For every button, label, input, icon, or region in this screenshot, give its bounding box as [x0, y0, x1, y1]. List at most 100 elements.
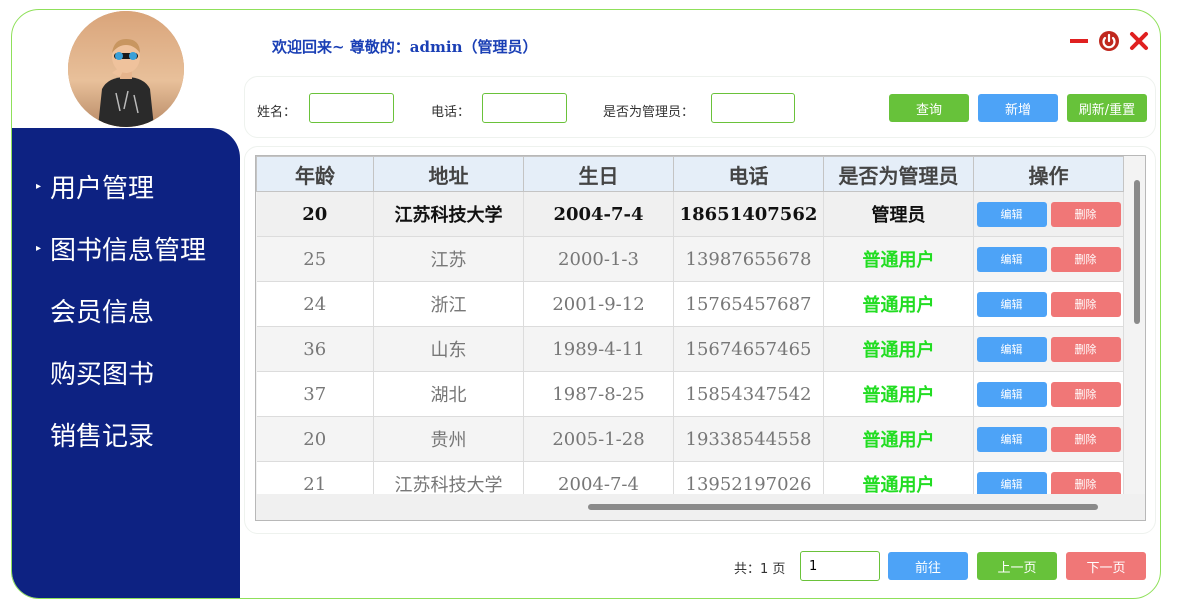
edit-button[interactable]: 编辑	[976, 471, 1047, 497]
cell-phone: 19338544558	[673, 416, 824, 462]
cell-age: 20	[256, 191, 374, 237]
name-label: 姓名：	[257, 105, 297, 120]
edit-button[interactable]: 编辑	[976, 291, 1047, 317]
delete-button[interactable]: 删除	[1050, 381, 1121, 407]
edit-button[interactable]: 编辑	[976, 381, 1047, 407]
delete-button[interactable]: 删除	[1050, 246, 1121, 272]
search-panel: 姓名： 电话： 是否为管理员： 查询 新增 刷新/重置	[244, 76, 1156, 138]
cell-birthday: 1987-8-25	[523, 371, 674, 417]
table-row: 24 浙江 2001-9-12 15765457687 普通用户 编辑 删除	[256, 281, 1124, 327]
cell-age: 36	[256, 326, 374, 372]
column-header-address[interactable]: 地址	[373, 156, 524, 192]
page-number-input[interactable]	[800, 551, 880, 581]
sidebar-item-label: 用户管理	[50, 174, 155, 204]
previous-page-button[interactable]: 上一页	[977, 552, 1057, 580]
cell-address: 山东	[373, 326, 524, 372]
cell-actions: 编辑 删除	[973, 371, 1124, 417]
table-row: 25 江苏 2000-1-3 13987655678 普通用户 编辑 删除	[256, 236, 1124, 282]
cell-age: 25	[256, 236, 374, 282]
name-input[interactable]	[309, 93, 394, 123]
cell-is-admin: 普通用户	[823, 416, 974, 462]
cell-birthday: 2004-7-4	[523, 191, 674, 237]
sidebar-item-label: 会员信息	[50, 298, 155, 328]
app-window: ▸ 用户管理 ▸ 图书信息管理 会员信息 购买图书 销售记录 欢迎回来~ 尊敬的…	[11, 9, 1161, 599]
cell-is-admin: 普通用户	[823, 281, 974, 327]
table-row: 20 江苏科技大学 2004-7-4 18651407562 管理员 编辑 删除	[256, 191, 1124, 237]
sidebar-item-buy-books[interactable]: 购买图书	[36, 354, 154, 391]
cell-phone: 15854347542	[673, 371, 824, 417]
cell-address: 江苏科技大学	[373, 191, 524, 237]
sidebar-item-label: 购买图书	[50, 360, 155, 390]
cell-birthday: 1989-4-11	[523, 326, 674, 372]
refresh-reset-button[interactable]: 刷新/重置	[1067, 94, 1147, 122]
sidebar-item-label: 销售记录	[50, 422, 155, 452]
total-pages-text: 共：1 页	[734, 562, 786, 577]
column-header-birthday[interactable]: 生日	[523, 156, 674, 192]
sidebar-item-sales-records[interactable]: 销售记录	[36, 416, 154, 453]
sidebar-item-user-management[interactable]: ▸ 用户管理	[36, 168, 154, 205]
cell-birthday: 2005-1-28	[523, 416, 674, 462]
admin-label: 是否为管理员：	[603, 105, 695, 120]
edit-button[interactable]: 编辑	[976, 246, 1047, 272]
table-row: 20 贵州 2005-1-28 19338544558 普通用户 编辑 删除	[256, 416, 1124, 462]
sidebar-item-book-info[interactable]: ▸ 图书信息管理	[36, 230, 206, 267]
sidebar-item-members[interactable]: 会员信息	[36, 292, 154, 329]
edit-button[interactable]: 编辑	[976, 201, 1047, 227]
cell-is-admin: 普通用户	[823, 371, 974, 417]
caret-right-icon: ▸	[36, 243, 42, 254]
horizontal-scrollbar[interactable]	[588, 504, 1098, 510]
go-to-page-button[interactable]: 前往	[888, 552, 968, 580]
cell-address: 湖北	[373, 371, 524, 417]
cell-birthday: 2001-9-12	[523, 281, 674, 327]
cell-is-admin: 普通用户	[823, 236, 974, 282]
cell-birthday: 2000-1-3	[523, 236, 674, 282]
cell-age: 37	[256, 371, 374, 417]
cell-address: 贵州	[373, 416, 524, 462]
edit-button[interactable]: 编辑	[976, 426, 1047, 452]
power-icon[interactable]	[1098, 30, 1120, 52]
vertical-scrollbar[interactable]	[1134, 180, 1140, 324]
user-table-container: 年龄 地址 生日 电话 是否为管理员 操作 20 江苏科技大学 2004-7-4 18…	[255, 155, 1146, 521]
delete-button[interactable]: 删除	[1050, 426, 1121, 452]
table-panel: 年龄 地址 生日 电话 是否为管理员 操作 20 江苏科技大学 2004-7-4 18…	[244, 146, 1156, 534]
welcome-text: 欢迎回来~ 尊敬的：admin（管理员）	[272, 38, 538, 56]
edit-button[interactable]: 编辑	[976, 336, 1047, 362]
cell-age: 20	[256, 416, 374, 462]
user-table: 年龄 地址 生日 电话 是否为管理员 操作 20 江苏科技大学 2004-7-4 18…	[256, 156, 1124, 507]
sidebar: ▸ 用户管理 ▸ 图书信息管理 会员信息 购买图书 销售记录	[12, 128, 240, 598]
cell-address: 浙江	[373, 281, 524, 327]
column-header-actions[interactable]: 操作	[973, 156, 1124, 192]
add-button[interactable]: 新增	[978, 94, 1058, 122]
cell-is-admin: 管理员	[823, 191, 974, 237]
delete-button[interactable]: 删除	[1050, 471, 1121, 497]
cell-address: 江苏	[373, 236, 524, 282]
cell-is-admin: 普通用户	[823, 326, 974, 372]
window-controls	[1068, 30, 1150, 52]
cell-actions: 编辑 删除	[973, 236, 1124, 282]
admin-input[interactable]	[711, 93, 795, 123]
cell-actions: 编辑 删除	[973, 326, 1124, 372]
close-icon[interactable]	[1128, 30, 1150, 52]
column-header-age[interactable]: 年龄	[256, 156, 374, 192]
cell-actions: 编辑 删除	[973, 281, 1124, 327]
cell-phone: 18651407562	[673, 191, 824, 237]
next-page-button[interactable]: 下一页	[1066, 552, 1146, 580]
table-header-row: 年龄 地址 生日 电话 是否为管理员 操作	[256, 156, 1124, 192]
minimize-icon[interactable]	[1068, 30, 1090, 52]
delete-button[interactable]: 删除	[1050, 201, 1121, 227]
horizontal-scrollbar-track	[256, 494, 1145, 520]
column-header-is-admin[interactable]: 是否为管理员	[823, 156, 974, 192]
cell-actions: 编辑 删除	[973, 191, 1124, 237]
column-header-phone[interactable]: 电话	[673, 156, 824, 192]
table-row: 36 山东 1989-4-11 15674657465 普通用户 编辑 删除	[256, 326, 1124, 372]
cell-actions: 编辑 删除	[973, 416, 1124, 462]
delete-button[interactable]: 删除	[1050, 291, 1121, 317]
cell-age: 24	[256, 281, 374, 327]
query-button[interactable]: 查询	[889, 94, 969, 122]
cell-phone: 15674657465	[673, 326, 824, 372]
phone-label: 电话：	[431, 105, 471, 120]
cell-phone: 15765457687	[673, 281, 824, 327]
phone-input[interactable]	[482, 93, 567, 123]
table-row: 37 湖北 1987-8-25 15854347542 普通用户 编辑 删除	[256, 371, 1124, 417]
delete-button[interactable]: 删除	[1050, 336, 1121, 362]
